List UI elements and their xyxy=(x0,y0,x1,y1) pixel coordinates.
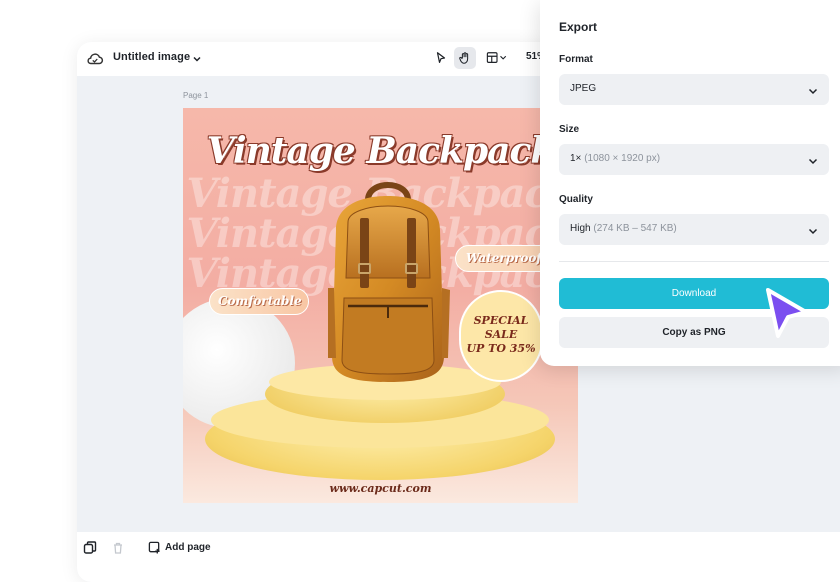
add-page-button[interactable]: Add page xyxy=(148,539,211,555)
sale-line-3: UP TO 35% xyxy=(466,342,536,355)
quality-detail: (274 KB – 547 KB) xyxy=(593,223,677,234)
format-select[interactable]: JPEG xyxy=(559,74,829,105)
chevron-down-icon xyxy=(807,224,819,236)
size-scale: 1× xyxy=(570,153,582,164)
layout-dropdown-button[interactable] xyxy=(482,47,512,69)
chevron-down-icon xyxy=(807,154,819,166)
size-label: Size xyxy=(559,124,580,135)
format-value: JPEG xyxy=(570,83,597,94)
waterproof-badge-label: Waterproof xyxy=(466,251,542,265)
editor-bottombar: Add page xyxy=(77,532,840,582)
headline-text: Vintage Backpack xyxy=(206,130,556,172)
pointer-tool-button[interactable] xyxy=(430,47,452,69)
quality-select[interactable]: High (274 KB – 547 KB) xyxy=(559,214,829,245)
quality-value: High (274 KB – 547 KB) xyxy=(570,223,677,234)
chevron-down-icon xyxy=(807,84,819,96)
layers-icon[interactable] xyxy=(83,541,97,555)
size-detail: (1080 × 1920 px) xyxy=(584,153,661,164)
sale-line-1: SPECIAL xyxy=(473,314,529,327)
add-page-label: Add page xyxy=(165,541,211,553)
page-label: Page 1 xyxy=(183,91,209,100)
panel-divider xyxy=(559,261,829,262)
add-page-icon xyxy=(148,541,160,554)
chevron-down-icon[interactable] xyxy=(191,52,203,64)
sale-badge: SPECIAL SALE UP TO 35% xyxy=(459,290,543,382)
comfortable-badge-label: Comfortable xyxy=(218,294,302,308)
website-text: www.capcut.com xyxy=(329,482,432,495)
hand-tool-button[interactable] xyxy=(454,47,476,69)
document-title[interactable]: Untitled image xyxy=(113,51,190,63)
quality-label: Quality xyxy=(559,194,593,205)
comfortable-badge: Comfortable xyxy=(209,288,309,315)
size-select[interactable]: 1× (1080 × 1920 px) xyxy=(559,144,829,175)
backpack-image xyxy=(328,182,450,382)
trash-icon[interactable] xyxy=(111,541,125,555)
export-title: Export xyxy=(559,20,598,34)
cursor-pointer-icon xyxy=(766,288,808,338)
size-value: 1× (1080 × 1920 px) xyxy=(570,153,660,164)
sale-line-2: SALE xyxy=(484,328,518,341)
cloud-icon[interactable] xyxy=(86,50,104,68)
quality-level: High xyxy=(570,223,591,234)
format-label: Format xyxy=(559,54,593,65)
design-canvas[interactable]: Vintage Backpack Vintage Backpack Vintag… xyxy=(183,108,578,503)
